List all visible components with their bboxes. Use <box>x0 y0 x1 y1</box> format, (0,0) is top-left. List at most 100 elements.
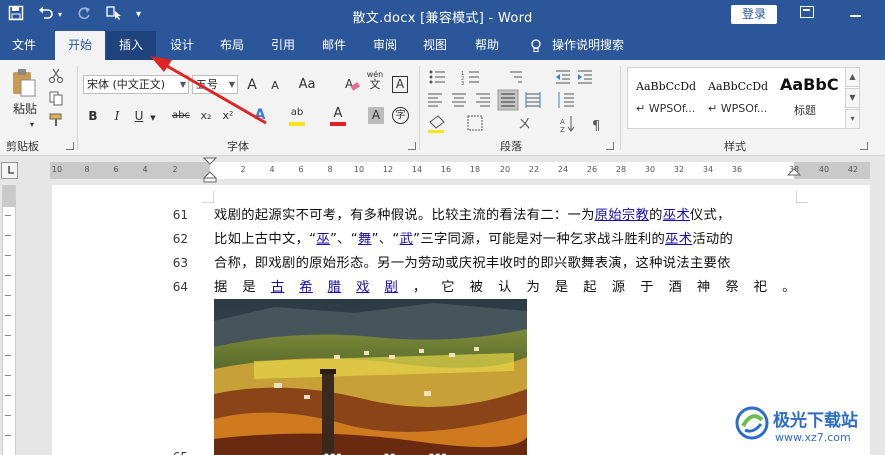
paragraph-line[interactable]: 比如上古中文，“巫”、“舞”、“武”三字同源，可能是对一种乞求战斗胜利的巫术活动… <box>214 231 796 249</box>
font-color-icon[interactable]: A <box>330 105 346 123</box>
horizontal-ruler[interactable]: 1086422468101214161820222426283032343638… <box>50 162 870 179</box>
font-size-combo[interactable]: 五号 ▼ <box>192 75 238 94</box>
site-watermark: 极光下载站 www.xz7.com <box>735 400 885 455</box>
underline-icon[interactable]: U <box>132 107 146 125</box>
inserted-photo[interactable]: ■ ■ ■ ■ ■ ■ ■ ■ <box>214 299 527 455</box>
styles-launcher-icon[interactable] <box>860 142 868 150</box>
line-spacing-icon[interactable] <box>558 92 574 108</box>
paragraph-line[interactable]: 据是古希腊戏剧，它被认为是起源于酒神祭祀。 <box>214 279 796 297</box>
ruler-margin <box>3 185 15 207</box>
hyperlink[interactable]: 武 <box>400 232 414 247</box>
tab-references[interactable]: 引用 <box>259 31 307 60</box>
tab-design[interactable]: 设计 <box>158 31 206 60</box>
subscript-icon[interactable]: x₂ <box>198 107 214 125</box>
bold-icon[interactable]: B <box>86 107 100 125</box>
align-right-icon[interactable] <box>476 93 490 107</box>
multilevel-list-icon[interactable] <box>510 71 522 83</box>
font-name-combo[interactable]: 宋体 (中文正文) ▼ <box>83 75 189 94</box>
tell-me-search[interactable]: 操作说明搜索 <box>552 31 632 60</box>
change-case-icon[interactable]: Aa <box>296 76 318 94</box>
clipboard-launcher-icon[interactable] <box>66 142 74 150</box>
text-run: 于 <box>640 280 654 295</box>
hyperlink[interactable]: 古 <box>271 279 285 297</box>
chevron-down-icon[interactable]: ▼ <box>148 109 158 127</box>
right-indent-marker-icon[interactable] <box>787 167 801 181</box>
tab-mailings[interactable]: 邮件 <box>310 31 358 60</box>
hyperlink[interactable]: 原始宗教 <box>595 208 649 223</box>
style-preview: AaBbCcDd <box>636 80 697 93</box>
numbering-icon[interactable]: 123 <box>461 71 479 87</box>
minimize-icon[interactable] <box>850 15 861 17</box>
vertical-ruler-tick <box>5 235 11 236</box>
shading-icon[interactable] <box>428 115 445 133</box>
font-group-label: 字体 <box>227 140 249 153</box>
vertical-ruler[interactable] <box>2 185 16 455</box>
font-launcher-icon[interactable] <box>408 142 416 150</box>
sort-icon[interactable]: AZ <box>560 116 575 134</box>
text-effects-icon[interactable]: A <box>252 106 268 124</box>
ruler-tick-label: 16 <box>440 165 452 174</box>
word-window: ▾ ▾ 散文.docx [兼容模式] - Word 登录 文件 开始 插入 设计… <box>0 0 885 455</box>
tab-selector[interactable] <box>1 162 18 179</box>
strikethrough-icon[interactable]: abc <box>170 107 192 125</box>
enclose-characters-icon[interactable]: 字 <box>392 107 409 124</box>
paste-dropdown-icon[interactable]: ▾ <box>25 116 39 134</box>
hyperlink[interactable]: 希 <box>299 279 313 297</box>
indent-marker-icon[interactable] <box>203 157 217 183</box>
cut-icon[interactable] <box>48 68 64 84</box>
phonetic-guide-icon[interactable]: wén 文 <box>366 70 384 91</box>
tab-insert[interactable]: 插入 <box>106 31 156 60</box>
ruler-tick-label: 12 <box>382 165 394 174</box>
title-bar: ▾ ▾ 散文.docx [兼容模式] - Word 登录 <box>0 0 885 31</box>
ribbon-display-options-icon[interactable] <box>800 6 814 18</box>
asian-layout-icon[interactable]: ㄨ <box>518 117 531 132</box>
tab-help[interactable]: 帮助 <box>462 31 512 60</box>
italic-icon[interactable]: I <box>110 107 124 125</box>
hyperlink[interactable]: 巫术 <box>663 208 690 223</box>
clear-formatting-icon[interactable]: A <box>344 76 360 92</box>
align-left-icon[interactable] <box>428 93 442 107</box>
increase-indent-icon[interactable] <box>578 70 592 84</box>
character-border-icon[interactable]: A <box>392 76 408 93</box>
highlight-icon[interactable]: ab <box>289 104 305 122</box>
gallery-more-icon[interactable]: ▾ <box>845 109 860 129</box>
paragraph-line[interactable]: 合称，即戏剧的原始形态。另一为劳动或庆祝丰收时的即兴歌舞表演，这种说法主要依 <box>214 255 796 273</box>
ruler-tick-label: 36 <box>731 165 743 174</box>
style-nospace[interactable]: AaBbCcDd ↵ WPSOf... <box>704 72 776 126</box>
tab-file[interactable]: 文件 <box>0 31 48 60</box>
hyperlink[interactable]: 剧 <box>384 279 398 297</box>
paragraph-launcher-icon[interactable] <box>606 142 614 150</box>
paragraph-line[interactable]: 戏剧的起源实不可考，有多种假说。比较主流的看法有二：一为原始宗教的巫术仪式， <box>214 207 796 225</box>
show-marks-icon[interactable]: ¶ <box>592 119 600 134</box>
copy-icon[interactable] <box>48 90 64 106</box>
hyperlink[interactable]: 戏 <box>356 279 370 297</box>
tab-home[interactable]: 开始 <box>55 31 105 60</box>
paste-icon[interactable] <box>11 68 37 98</box>
tab-review[interactable]: 审阅 <box>361 31 409 60</box>
style-heading[interactable]: AaBbC 标题 <box>776 72 848 126</box>
gallery-scroll-up-icon[interactable]: ▲ <box>845 67 860 87</box>
justify-button[interactable] <box>497 89 519 111</box>
vertical-ruler-tick <box>5 435 11 436</box>
hyperlink[interactable]: 腊 <box>328 279 342 297</box>
decrease-indent-icon[interactable] <box>556 70 570 84</box>
tab-view[interactable]: 视图 <box>411 31 459 60</box>
bullets-icon[interactable] <box>429 70 446 84</box>
superscript-icon[interactable]: x² <box>220 107 236 125</box>
distributed-icon[interactable] <box>525 92 541 108</box>
tab-layout[interactable]: 布局 <box>208 31 256 60</box>
gallery-scroll-down-icon[interactable]: ▼ <box>845 88 860 108</box>
phonetic-guide-char: 文 <box>369 78 381 91</box>
character-shading-icon[interactable]: A <box>368 107 384 124</box>
grow-font-icon[interactable]: A <box>244 76 260 94</box>
align-center-icon[interactable] <box>452 93 466 107</box>
shrink-font-icon[interactable]: A <box>268 77 282 95</box>
format-painter-icon[interactable] <box>48 112 64 128</box>
hyperlink[interactable]: 舞 <box>358 232 372 247</box>
login-button[interactable]: 登录 <box>731 5 777 24</box>
svg-text:¶: ¶ <box>592 119 600 134</box>
borders-icon[interactable] <box>467 115 483 131</box>
style-normal[interactable]: AaBbCcDd ↵ WPSOf... <box>632 72 704 126</box>
hyperlink[interactable]: 巫 <box>316 232 330 247</box>
hyperlink[interactable]: 巫术 <box>665 232 692 247</box>
